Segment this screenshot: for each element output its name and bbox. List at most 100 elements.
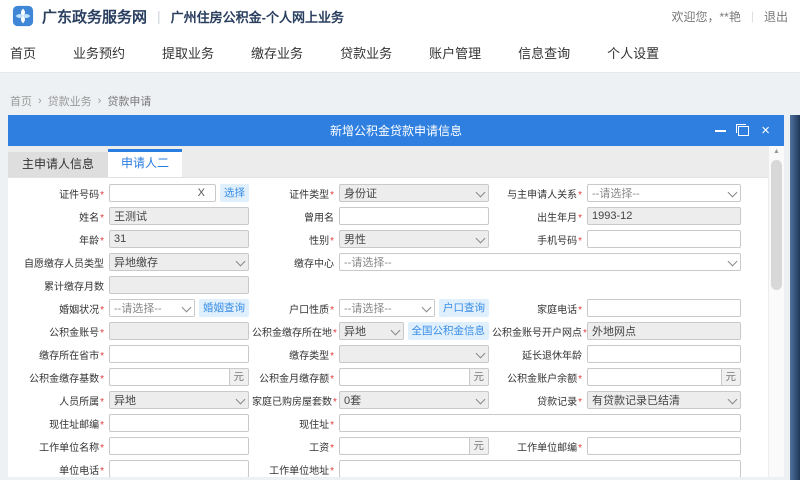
hukou-query-button[interactable]: 户口查询	[439, 299, 489, 317]
relation-label: 与主申请人关系*	[507, 189, 582, 201]
fund-account-label: 公积金账号*	[49, 327, 104, 339]
form-content: 证件号码* X 选择 证件类型* 身份证 与主申请人关系* --请选择-- 姓名…	[8, 178, 784, 477]
address-input[interactable]	[339, 414, 741, 432]
title-divider: |	[157, 8, 161, 24]
fund-branch-label: 公积金账号开户网点*	[492, 327, 587, 339]
houses-owned-select[interactable]: 0套	[339, 391, 489, 409]
tab-main-applicant[interactable]: 主申请人信息	[8, 152, 109, 177]
unit-phone-label: 单位电话*	[59, 465, 104, 477]
cert-no-group: X 选择	[109, 184, 249, 202]
fund-base-group: 元	[109, 368, 249, 386]
former-name-label: 曾用名	[304, 212, 334, 224]
loan-application-modal: 新增公积金贷款申请信息 × 主申请人信息 申请人二 证件号码* X 选择 证件类…	[8, 115, 784, 477]
salary-input[interactable]	[339, 437, 469, 455]
retire-extend-input[interactable]	[587, 345, 741, 363]
fund-account-input[interactable]	[109, 322, 249, 340]
site-brand: 广东政务服务网	[42, 8, 148, 26]
deposit-type-select[interactable]	[339, 345, 489, 363]
deposit-center-label: 缴存中心	[294, 258, 334, 270]
gender-select[interactable]: 男性	[339, 230, 489, 248]
employer-zip-input[interactable]	[587, 437, 741, 455]
employer-addr-input[interactable]	[339, 460, 741, 477]
chevron-down-icon	[475, 233, 486, 243]
addr-zip-input[interactable]	[109, 414, 249, 432]
mobile-input[interactable]	[587, 230, 741, 248]
fund-monthly-input[interactable]	[339, 368, 469, 386]
header-separator: |	[750, 9, 754, 23]
hukou-label: 户口性质*	[289, 304, 334, 316]
former-name-input[interactable]	[339, 207, 489, 225]
home-phone-input[interactable]	[587, 299, 741, 317]
breadcrumb-home[interactable]: 首页	[10, 93, 32, 109]
nav-item-account[interactable]: 账户管理	[429, 43, 481, 62]
maximize-icon[interactable]	[736, 123, 750, 136]
person-belong-select[interactable]: 异地	[109, 391, 249, 409]
chevron-down-icon	[475, 394, 486, 404]
deposit-province-input[interactable]	[109, 345, 249, 363]
fund-location-group: 异地 全国公积金信息	[339, 322, 489, 340]
hukou-select[interactable]: --请选择--	[339, 299, 435, 317]
name-input[interactable]: 王测试	[109, 207, 249, 225]
chevron-down-icon	[475, 348, 486, 358]
employer-label: 工作单位名称*	[39, 442, 104, 454]
cert-no-select-button[interactable]: 选择	[220, 184, 249, 202]
close-icon[interactable]: ×	[761, 123, 770, 138]
scrollbar-thumb[interactable]	[771, 160, 782, 290]
fund-base-input[interactable]	[109, 368, 229, 386]
breadcrumb-separator: ›	[97, 95, 102, 107]
birth-label: 出生年月*	[537, 212, 582, 224]
tab-second-applicant[interactable]: 申请人二	[108, 149, 183, 177]
yuan-unit: 元	[468, 368, 489, 386]
nav-item-appointment[interactable]: 业务预约	[73, 43, 125, 62]
application-form: 证件号码* X 选择 证件类型* 身份证 与主申请人关系* --请选择-- 姓名…	[18, 184, 754, 477]
logout-link[interactable]: 退出	[764, 8, 788, 25]
chevron-down-icon	[475, 187, 486, 197]
marital-label: 婚姻状况*	[59, 304, 104, 316]
marital-group: --请选择-- 婚姻查询	[109, 299, 249, 317]
home-phone-label: 家庭电话*	[537, 304, 582, 316]
fund-balance-input[interactable]	[587, 368, 721, 386]
marital-select[interactable]: --请选择--	[109, 299, 195, 317]
nav-item-loan[interactable]: 贷款业务	[340, 43, 392, 62]
breadcrumb-loan[interactable]: 贷款业务	[48, 93, 92, 109]
cert-type-select[interactable]: 身份证	[339, 184, 489, 202]
deposit-province-label: 缴存所在省市*	[39, 350, 104, 362]
chevron-down-icon	[727, 256, 738, 266]
window-edge	[790, 115, 800, 480]
birth-input[interactable]: 1993-12	[587, 207, 741, 225]
applicant-tabbar: 主申请人信息 申请人二	[8, 146, 784, 178]
chevron-down-icon	[181, 302, 192, 312]
employer-input[interactable]	[109, 437, 249, 455]
deposit-center-select[interactable]: --请选择--	[339, 253, 741, 271]
modal-title: 新增公积金贷款申请信息	[329, 124, 462, 138]
name-label: 姓名*	[79, 212, 104, 224]
modal-scrollbar[interactable]: ▲	[768, 146, 784, 477]
salary-group: 元	[339, 437, 489, 455]
welcome-text: 欢迎您，**艳	[671, 9, 741, 24]
scroll-up-icon[interactable]: ▲	[769, 148, 784, 155]
age-input[interactable]: 31	[109, 230, 249, 248]
nav-item-home[interactable]: 首页	[10, 43, 36, 62]
unit-phone-input[interactable]	[109, 460, 249, 477]
relation-select[interactable]: --请选择--	[587, 184, 741, 202]
top-bar: 广东政务服务网 | 广州住房公积金-个人网上业务 欢迎您，**艳 | 退出	[0, 0, 800, 32]
fund-branch-input[interactable]: 外地网点	[587, 322, 741, 340]
loan-record-select[interactable]: 有贷款记录已结清	[587, 391, 741, 409]
nav-item-deposit[interactable]: 缴存业务	[251, 43, 303, 62]
chevron-down-icon	[390, 325, 400, 335]
gov-logo-icon	[12, 5, 34, 27]
salary-label: 工资*	[309, 442, 334, 454]
cert-no-input[interactable]: X	[109, 184, 216, 202]
fund-location-select[interactable]: 异地	[339, 322, 404, 340]
employer-addr-label: 工作单位地址*	[269, 465, 334, 477]
voluntary-type-select[interactable]: 异地缴存	[109, 253, 249, 271]
mobile-label: 手机号码*	[537, 235, 582, 247]
total-months-input[interactable]	[109, 276, 249, 294]
chevron-down-icon	[235, 394, 246, 404]
marital-query-button[interactable]: 婚姻查询	[199, 299, 249, 317]
nav-item-inquiry[interactable]: 信息查询	[518, 43, 570, 62]
minimize-icon[interactable]	[715, 129, 727, 132]
nav-item-settings[interactable]: 个人设置	[607, 43, 659, 62]
national-fund-info-button[interactable]: 全国公积金信息	[407, 322, 489, 340]
nav-item-withdrawal[interactable]: 提取业务	[162, 43, 214, 62]
